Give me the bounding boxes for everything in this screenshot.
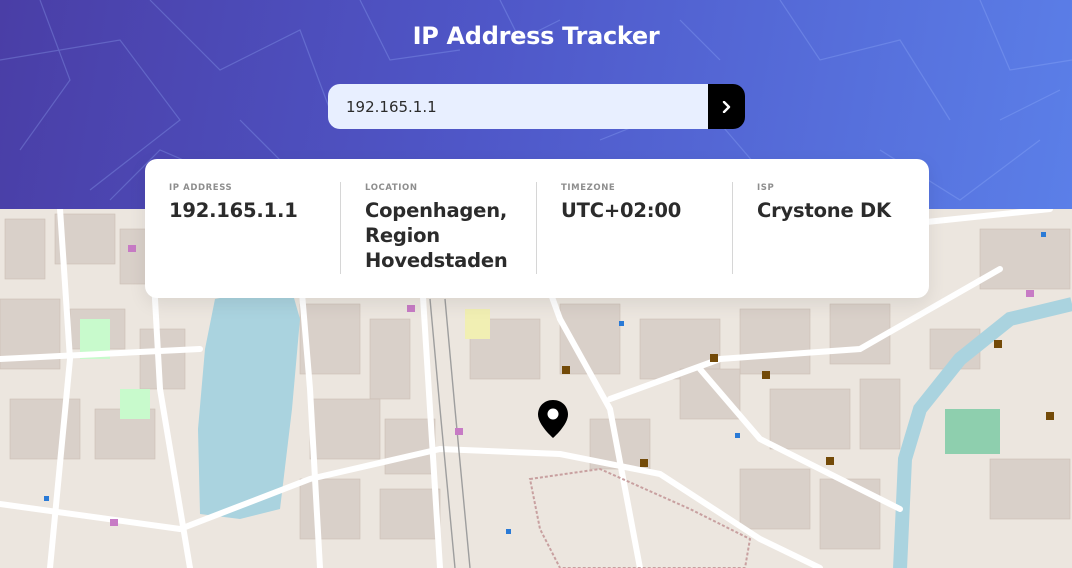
search-submit-button[interactable] [708, 84, 745, 129]
timezone-section: TIMEZONE UTC+02:00 [561, 183, 731, 223]
info-divider [732, 182, 733, 274]
chevron-right-icon [722, 100, 730, 113]
isp-section: ISP Crystone DK [757, 183, 927, 223]
info-divider [536, 182, 537, 274]
isp-label: ISP [757, 183, 775, 193]
page-title: IP Address Tracker [412, 22, 660, 50]
location-section: LOCATION Copenhagen, Region Hovedstaden [365, 183, 515, 273]
ip-info-card: IP ADDRESS 192.165.1.1 LOCATION Copenhag… [145, 159, 929, 298]
location-label: LOCATION [365, 183, 418, 193]
ip-address-value: 192.165.1.1 [169, 199, 298, 222]
ip-search-input[interactable] [328, 84, 708, 129]
isp-value: Crystone DK [757, 199, 891, 222]
ip-address-label: IP ADDRESS [169, 183, 233, 193]
map-pin-icon[interactable] [536, 399, 570, 439]
info-divider [340, 182, 341, 274]
timezone-value: UTC+02:00 [561, 199, 682, 222]
location-value: Copenhagen, Region Hovedstaden [365, 199, 508, 272]
timezone-label: TIMEZONE [561, 183, 616, 193]
ip-search-form [328, 84, 745, 129]
ip-address-section: IP ADDRESS 192.165.1.1 [169, 183, 339, 223]
